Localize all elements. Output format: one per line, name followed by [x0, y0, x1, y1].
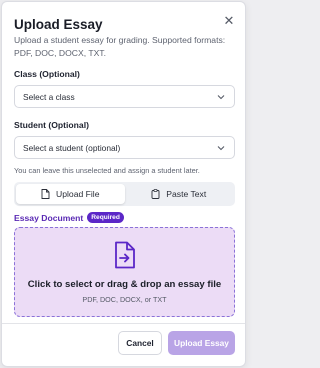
class-select[interactable]: Select a class: [14, 85, 235, 108]
required-badge: Required: [87, 212, 124, 223]
tab-upload-file-label: Upload File: [56, 189, 100, 199]
upload-essay-button[interactable]: Upload Essay: [168, 331, 235, 355]
file-upload-icon: [115, 241, 135, 269]
student-select-value: Select a student (optional): [23, 142, 121, 153]
student-select[interactable]: Select a student (optional): [14, 136, 235, 159]
footer-divider: [2, 323, 245, 324]
tab-paste-text[interactable]: Paste Text: [125, 184, 234, 204]
chevron-down-icon: [217, 95, 225, 100]
dialog-description: Upload a student essay for grading. Supp…: [14, 35, 226, 58]
dropzone-instruction: Click to select or drag & drop an essay …: [27, 279, 222, 290]
essay-document-title: Essay Document: [14, 212, 84, 223]
input-mode-tabs: Upload File Paste Text: [14, 182, 235, 206]
dialog-title: Upload Essay: [14, 17, 103, 32]
close-icon[interactable]: ✕: [222, 13, 236, 27]
student-hint: You can leave this unselected and assign…: [14, 166, 200, 175]
essay-document-label: Essay Document Required: [14, 212, 124, 223]
clipboard-icon: [151, 189, 160, 199]
student-label: Student (Optional): [14, 120, 89, 130]
file-icon: [41, 189, 50, 199]
chevron-down-icon: [217, 146, 225, 151]
tab-paste-text-label: Paste Text: [166, 189, 207, 199]
upload-essay-dialog: ✕ Upload Essay Upload a student essay fo…: [1, 1, 246, 367]
dropzone-formats: PDF, DOC, DOCX, or TXT: [82, 295, 167, 304]
class-select-value: Select a class: [23, 91, 75, 102]
class-label: Class (Optional): [14, 69, 80, 79]
tab-upload-file[interactable]: Upload File: [16, 184, 125, 204]
cancel-button[interactable]: Cancel: [118, 331, 162, 355]
file-dropzone[interactable]: Click to select or drag & drop an essay …: [14, 227, 235, 317]
